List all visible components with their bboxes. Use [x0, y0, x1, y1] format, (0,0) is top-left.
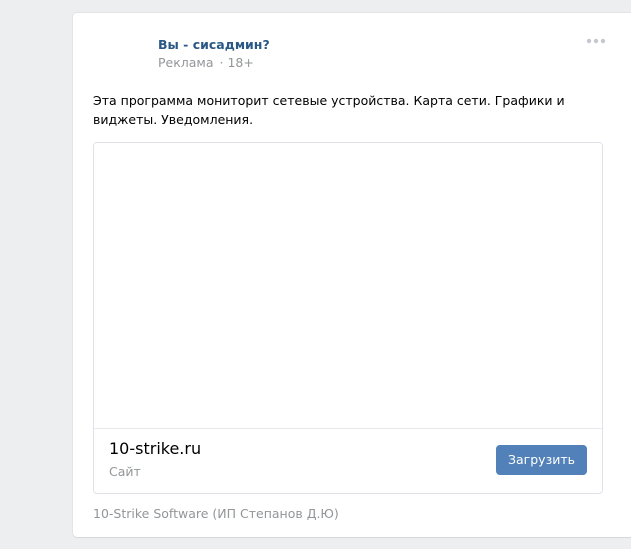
snippet-image[interactable] [94, 143, 602, 429]
age-rating: · 18+ [219, 55, 254, 70]
ad-post-card: Вы - сисадмин? Реклама · 18+ Эта программ… [73, 13, 631, 537]
more-options-button[interactable] [586, 35, 606, 47]
more-horizontal-icon [586, 38, 606, 44]
ad-label: Реклама [158, 55, 214, 70]
advertiser-name: 10-Strike Software (ИП Степанов Д.Ю) [93, 506, 339, 521]
post-text: Эта программа мониторит сетевые устройст… [93, 93, 565, 127]
ad-meta: Реклама · 18+ [158, 55, 254, 70]
snippet-type-label: Сайт [109, 464, 141, 479]
link-snippet: 10-strike.ru Сайт Загрузить [93, 142, 603, 494]
download-button[interactable]: Загрузить [496, 445, 587, 475]
snippet-domain[interactable]: 10-strike.ru [109, 439, 201, 458]
ad-title-link[interactable]: Вы - сисадмин? [158, 37, 270, 52]
advertiser-avatar[interactable] [93, 35, 143, 85]
